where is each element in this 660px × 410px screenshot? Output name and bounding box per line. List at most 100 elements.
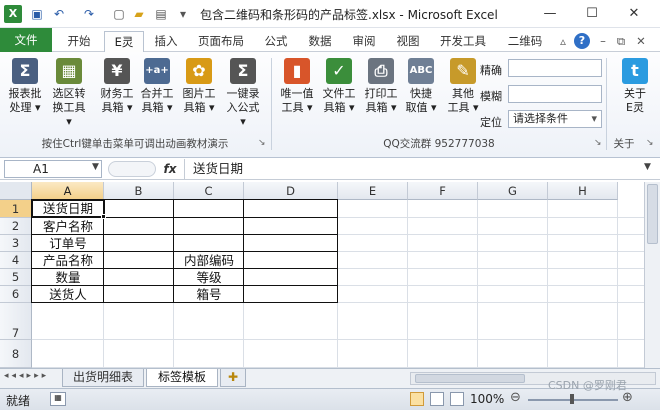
ribbon-button-9[interactable]: ABC 快捷 取值 ▾ (400, 58, 442, 128)
cell-C5[interactable]: 等级 (174, 269, 244, 286)
tab-insert[interactable]: 插入 (146, 31, 186, 52)
undo-icon[interactable]: ↶ (50, 5, 68, 23)
column-header-E[interactable]: E (338, 182, 408, 200)
ribbon-button-sublabel: E灵 (626, 101, 644, 114)
workbook-restore-icon[interactable]: ⧉ (614, 31, 628, 52)
row-header-5[interactable]: 5 (0, 269, 32, 286)
cell-A3[interactable]: 订单号 (32, 235, 104, 252)
ribbon-button-sublabel: 具箱 ▾ (141, 101, 173, 114)
page-layout-view-icon[interactable] (430, 392, 444, 406)
tab-data[interactable]: 数据 (300, 31, 340, 52)
scroll-thumb[interactable] (415, 374, 525, 383)
tab-qrcode[interactable]: 二维码 (500, 31, 550, 52)
row-header-4[interactable]: 4 (0, 252, 32, 269)
name-box[interactable]: A1 (4, 160, 102, 178)
tab-formulas[interactable]: 公式 (256, 31, 296, 52)
tab-home[interactable]: 开始 (58, 31, 100, 52)
open-icon[interactable]: ▰ (130, 5, 148, 23)
row-header-6[interactable]: 6 (0, 286, 32, 303)
formula-input[interactable]: 送货日期 (184, 159, 654, 179)
redo-icon[interactable]: ↷ (80, 5, 98, 23)
new-icon[interactable]: ▢ (110, 5, 128, 23)
locate-label[interactable]: 定位 (480, 114, 502, 130)
print-preview-icon[interactable]: ▤ (152, 5, 170, 23)
cell-A2[interactable]: 客户名称 (32, 218, 104, 235)
dialog-launcher-icon[interactable]: ↘ (594, 138, 602, 148)
ribbon-collapse-icon[interactable]: ▵ (556, 31, 570, 52)
scroll-thumb[interactable] (647, 184, 658, 244)
tab-developer[interactable]: 开发工具 (432, 31, 494, 52)
column-header-D[interactable]: D (244, 182, 338, 200)
maximize-button[interactable]: ☐ (572, 4, 612, 24)
cell-C6[interactable]: 箱号 (174, 286, 244, 303)
tab-review[interactable]: 审阅 (344, 31, 384, 52)
row-header-8[interactable]: 8 (0, 340, 32, 368)
ribbon-button-7[interactable]: ✓ 文件工 具箱 ▾ (318, 58, 360, 128)
ribbon-button-10[interactable]: ✎ 其他 工具 ▾ (442, 58, 484, 128)
tab-eling[interactable]: E灵 (104, 31, 144, 52)
vertical-scrollbar[interactable] (644, 182, 660, 368)
fill-handle[interactable] (101, 214, 106, 219)
exact-input[interactable] (508, 59, 602, 77)
insert-function-button[interactable]: fx (160, 159, 180, 179)
dialog-launcher-icon[interactable]: ↘ (646, 138, 654, 148)
cell-A5[interactable]: 数量 (32, 269, 104, 286)
dialog-launcher-icon[interactable]: ↘ (258, 138, 266, 148)
customize-qa-icon[interactable]: ▾ (174, 5, 192, 23)
select-all-corner[interactable] (0, 182, 32, 200)
zoom-level[interactable]: 100% (470, 392, 504, 406)
sheet-nav-icons[interactable]: ◂◂◂▸▸▸ (4, 371, 49, 381)
sheet-tab-label-template[interactable]: 标签模板 (146, 369, 218, 387)
column-header-G[interactable]: G (478, 182, 548, 200)
normal-view-icon[interactable] (410, 392, 424, 406)
column-header-F[interactable]: F (408, 182, 478, 200)
condition-select[interactable]: 请选择条件 ▾ (508, 110, 602, 128)
minimize-button[interactable]: — (530, 4, 570, 24)
ribbon-button-5[interactable]: Σ 一键录 入公式 ▾ (222, 58, 264, 128)
ribbon-button-11[interactable]: t 关于 E灵 (614, 58, 656, 128)
cell-C4[interactable]: 内部编码 (174, 252, 244, 269)
excel-logo-icon: X (4, 5, 22, 23)
exact-label[interactable]: 精确 (480, 62, 502, 78)
row-header-1[interactable]: 1 (0, 200, 32, 218)
save-icon[interactable]: ▣ (28, 5, 46, 23)
column-header-H[interactable]: H (548, 182, 618, 200)
tab-view[interactable]: 视图 (388, 31, 428, 52)
ribbon-button-6[interactable]: ▮ 唯一值 工具 ▾ (276, 58, 318, 128)
close-button[interactable]: ✕ (614, 4, 654, 24)
row-header-3[interactable]: 3 (0, 235, 32, 252)
page-break-view-icon[interactable] (450, 392, 464, 406)
expand-formula-icon[interactable]: ▼ (644, 162, 651, 172)
sheet-tab-shipping[interactable]: 出货明细表 (62, 369, 144, 387)
ribbon-button-8[interactable]: ⎙ 打印工 具箱 ▾ (360, 58, 402, 128)
cell-A6[interactable]: 送货人 (32, 286, 104, 303)
zoom-slider-thumb[interactable] (570, 394, 574, 404)
tab-page-layout[interactable]: 页面布局 (190, 31, 252, 52)
name-box-dropdown-icon[interactable]: ▼ (92, 162, 99, 172)
grid-line (547, 200, 548, 368)
active-cell-outline (31, 199, 105, 218)
ribbon-button-label: 报表批 (8, 87, 42, 100)
fuzzy-label[interactable]: 模糊 (480, 88, 502, 104)
ribbon-button-4[interactable]: ✿ 图片工 具箱 ▾ (178, 58, 220, 128)
group-label-qq: QQ交流群 952777038 (383, 138, 495, 150)
ribbon-button-0[interactable]: Σ 报表批 处理 ▾ (4, 58, 46, 128)
workbook-minimize-icon[interactable]: – (596, 31, 610, 52)
help-icon[interactable]: ? (574, 33, 590, 49)
row-header-2[interactable]: 2 (0, 218, 32, 235)
zoom-out-icon[interactable]: ⊖ (510, 390, 521, 405)
ribbon-button-2[interactable]: ¥ 财务工 具箱 ▾ (96, 58, 138, 128)
row-header-7[interactable]: 7 (0, 303, 32, 340)
ribbon-button-3[interactable]: +a+ 合并工 具箱 ▾ (136, 58, 178, 128)
column-header-C[interactable]: C (174, 182, 244, 200)
column-header-B[interactable]: B (104, 182, 174, 200)
new-sheet-icon[interactable]: ✚ (220, 369, 246, 387)
workbook-close-icon[interactable]: ✕ (634, 31, 648, 52)
ribbon-button-label: 文件工 (322, 87, 356, 100)
macro-record-icon[interactable]: ▦ (50, 392, 66, 406)
cell-A4[interactable]: 产品名称 (32, 252, 104, 269)
column-header-A[interactable]: A (32, 182, 104, 200)
fuzzy-input[interactable] (508, 85, 602, 103)
tab-file[interactable]: 文件 (0, 28, 52, 52)
ribbon-button-1[interactable]: ▦ 选区转 换工具 ▾ (48, 58, 90, 128)
